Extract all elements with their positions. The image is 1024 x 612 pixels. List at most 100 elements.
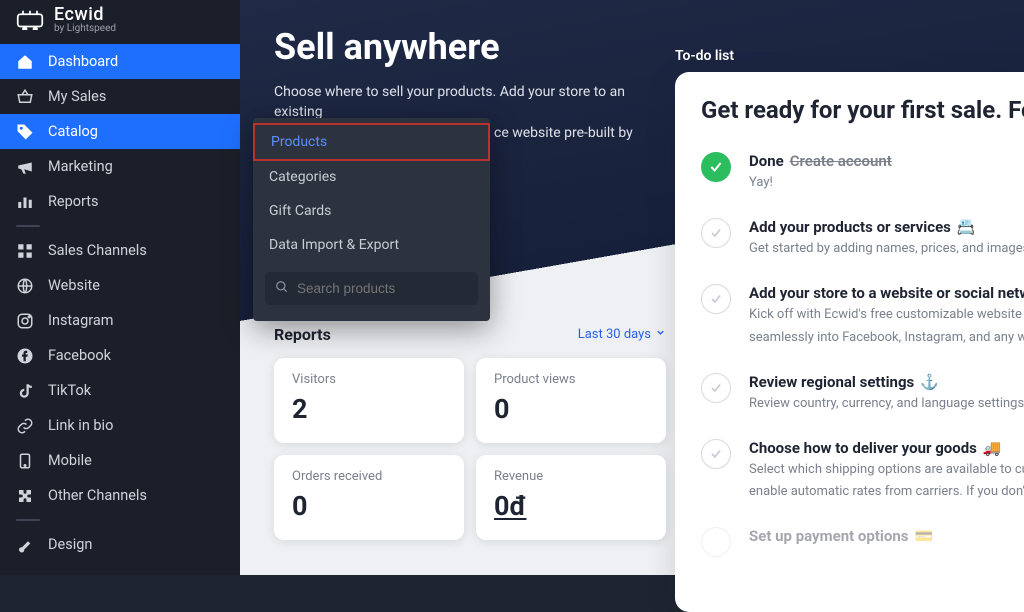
submenu-item-label: Data Import & Export: [269, 237, 399, 253]
sidebar-item-label: Instagram: [48, 312, 113, 329]
todo-desc: Review country, currency, and language s…: [749, 395, 1024, 413]
cart-icon: [16, 9, 44, 31]
sidebar-item-label: Design: [48, 536, 92, 553]
card-value: 2: [292, 393, 446, 425]
todo-title-text: Review regional settings: [749, 373, 914, 391]
todo-item-add-products[interactable]: Add your products or services📇 Get start…: [701, 218, 1024, 258]
submenu-item-gift-cards[interactable]: Gift Cards: [253, 194, 490, 228]
submenu-item-label: Categories: [269, 169, 336, 185]
report-card-orders[interactable]: Orders received 0: [274, 455, 464, 540]
report-card-visitors[interactable]: Visitors 2: [274, 358, 464, 443]
sidebar-item-label: TikTok: [48, 382, 91, 399]
todo-desc: enable automatic rates from carriers. If…: [749, 483, 1024, 501]
check-empty-icon: [701, 218, 731, 248]
sidebar-item-label: Link in bio: [48, 417, 113, 434]
card-value: 0: [292, 490, 446, 522]
primary-nav: Dashboard My Sales Catalog Marketing Rep…: [0, 44, 240, 562]
check-empty-icon: [701, 527, 731, 557]
card-emoji-icon: 💳: [914, 527, 933, 545]
sidebar-item-design[interactable]: Design: [0, 527, 240, 562]
submenu-item-products[interactable]: Products: [253, 123, 490, 161]
sidebar-item-dashboard[interactable]: Dashboard: [0, 44, 240, 79]
todo-title-text: Choose how to deliver your goods: [749, 439, 977, 457]
todo-desc: Get started by adding names, prices, and…: [749, 240, 1024, 258]
todo-title-text: Done: [749, 152, 784, 170]
sidebar-item-mobile[interactable]: Mobile: [0, 443, 240, 478]
submenu-item-label: Products: [271, 134, 327, 150]
reports-heading: Reports: [274, 325, 331, 344]
sidebar-item-my-sales[interactable]: My Sales: [0, 79, 240, 114]
catalog-submenu: Products Categories Gift Cards Data Impo…: [253, 118, 490, 321]
brand-subtitle: by Lightspeed: [54, 24, 116, 34]
todo-item-add-store[interactable]: Add your store to a website or social ne…: [701, 284, 1024, 346]
sidebar-item-label: Website: [48, 277, 100, 294]
search-input[interactable]: [297, 281, 468, 296]
todo-item-regional[interactable]: Review regional settings ⚓ Review country…: [701, 373, 1024, 413]
hero-description-2: ce website pre-built by: [494, 125, 633, 141]
brand-logo[interactable]: Ecwid by Lightspeed: [0, 0, 240, 44]
sidebar-item-tiktok[interactable]: TikTok: [0, 373, 240, 408]
facebook-icon: [16, 347, 34, 365]
sidebar-item-marketing[interactable]: Marketing: [0, 149, 240, 184]
todo-item-done[interactable]: Done Create account Yay!: [701, 152, 1024, 192]
todo-desc: seamlessly into Facebook, Instagram, and…: [749, 329, 1024, 347]
sidebar-item-label: Sales Channels: [48, 242, 147, 259]
todo-panel-title: Get ready for your first sale. Follow: [701, 96, 1024, 124]
card-value: 0đ: [494, 490, 527, 522]
sidebar-item-label: Other Channels: [48, 487, 147, 504]
page-title: Sell anywhere: [274, 26, 646, 68]
sidebar-item-reports[interactable]: Reports: [0, 184, 240, 219]
card-label: Orders received: [292, 469, 446, 484]
check-empty-icon: [701, 284, 731, 314]
instagram-icon: [16, 312, 34, 330]
home-icon: [16, 53, 34, 71]
sidebar-item-instagram[interactable]: Instagram: [0, 303, 240, 338]
tiktok-icon: [16, 382, 34, 400]
brand-name: Ecwid: [54, 6, 116, 24]
submenu-item-categories[interactable]: Categories: [253, 160, 490, 194]
hero-description-1: Choose where to sell your products. Add …: [274, 84, 625, 120]
globe-icon: [16, 277, 34, 295]
check-empty-icon: [701, 439, 731, 469]
report-card-revenue[interactable]: Revenue 0đ: [476, 455, 666, 540]
sidebar-item-facebook[interactable]: Facebook: [0, 338, 240, 373]
todo-desc: Kick off with Ecwid's free customizable …: [749, 306, 1024, 324]
sidebar-item-website[interactable]: Website: [0, 268, 240, 303]
todo-desc: Select which shipping options are availa…: [749, 461, 1024, 479]
report-card-product-views[interactable]: Product views 0: [476, 358, 666, 443]
sidebar-item-label: Facebook: [48, 347, 111, 364]
check-empty-icon: [701, 373, 731, 403]
megaphone-icon: [16, 158, 34, 176]
reports-range-selector[interactable]: Last 30 days: [578, 327, 666, 342]
todo-item-payment[interactable]: Set up payment options 💳: [701, 527, 1024, 557]
check-done-icon: [701, 152, 731, 182]
card-value: 0: [494, 393, 648, 425]
search-icon: [275, 279, 289, 298]
basket-icon: [16, 88, 34, 106]
nav-divider: [0, 219, 240, 233]
reports-range-label: Last 30 days: [578, 327, 651, 342]
sidebar-item-label: Dashboard: [48, 53, 118, 70]
todo-title-text: Set up payment options: [749, 527, 908, 545]
sidebar-item-label: Reports: [48, 193, 99, 210]
card-label: Visitors: [292, 372, 446, 387]
sidebar-item-label: Mobile: [48, 452, 92, 469]
card-label: Revenue: [494, 469, 648, 484]
sidebar-item-other-channels[interactable]: Other Channels: [0, 478, 240, 513]
todo-item-deliver[interactable]: Choose how to deliver your goods 🚚 Select…: [701, 439, 1024, 501]
truck-emoji-icon: 🚚: [983, 439, 1002, 457]
submenu-item-import-export[interactable]: Data Import & Export: [253, 228, 490, 262]
sidebar-item-link-in-bio[interactable]: Link in bio: [0, 408, 240, 443]
sidebar-item-label: Catalog: [48, 123, 98, 140]
bar-chart-icon: [16, 193, 34, 211]
submenu-search[interactable]: [265, 272, 478, 305]
sidebar-item-sales-channels[interactable]: Sales Channels: [0, 233, 240, 268]
anchor-emoji-icon: ⚓: [920, 373, 939, 391]
sidebar: Ecwid by Lightspeed Dashboard My Sales C…: [0, 0, 240, 575]
sidebar-item-catalog[interactable]: Catalog: [0, 114, 240, 149]
link-icon: [16, 417, 34, 435]
card-emoji-icon: 📇: [957, 218, 976, 236]
tag-icon: [16, 123, 34, 141]
sidebar-item-label: My Sales: [48, 88, 106, 105]
nav-divider: [0, 513, 240, 527]
